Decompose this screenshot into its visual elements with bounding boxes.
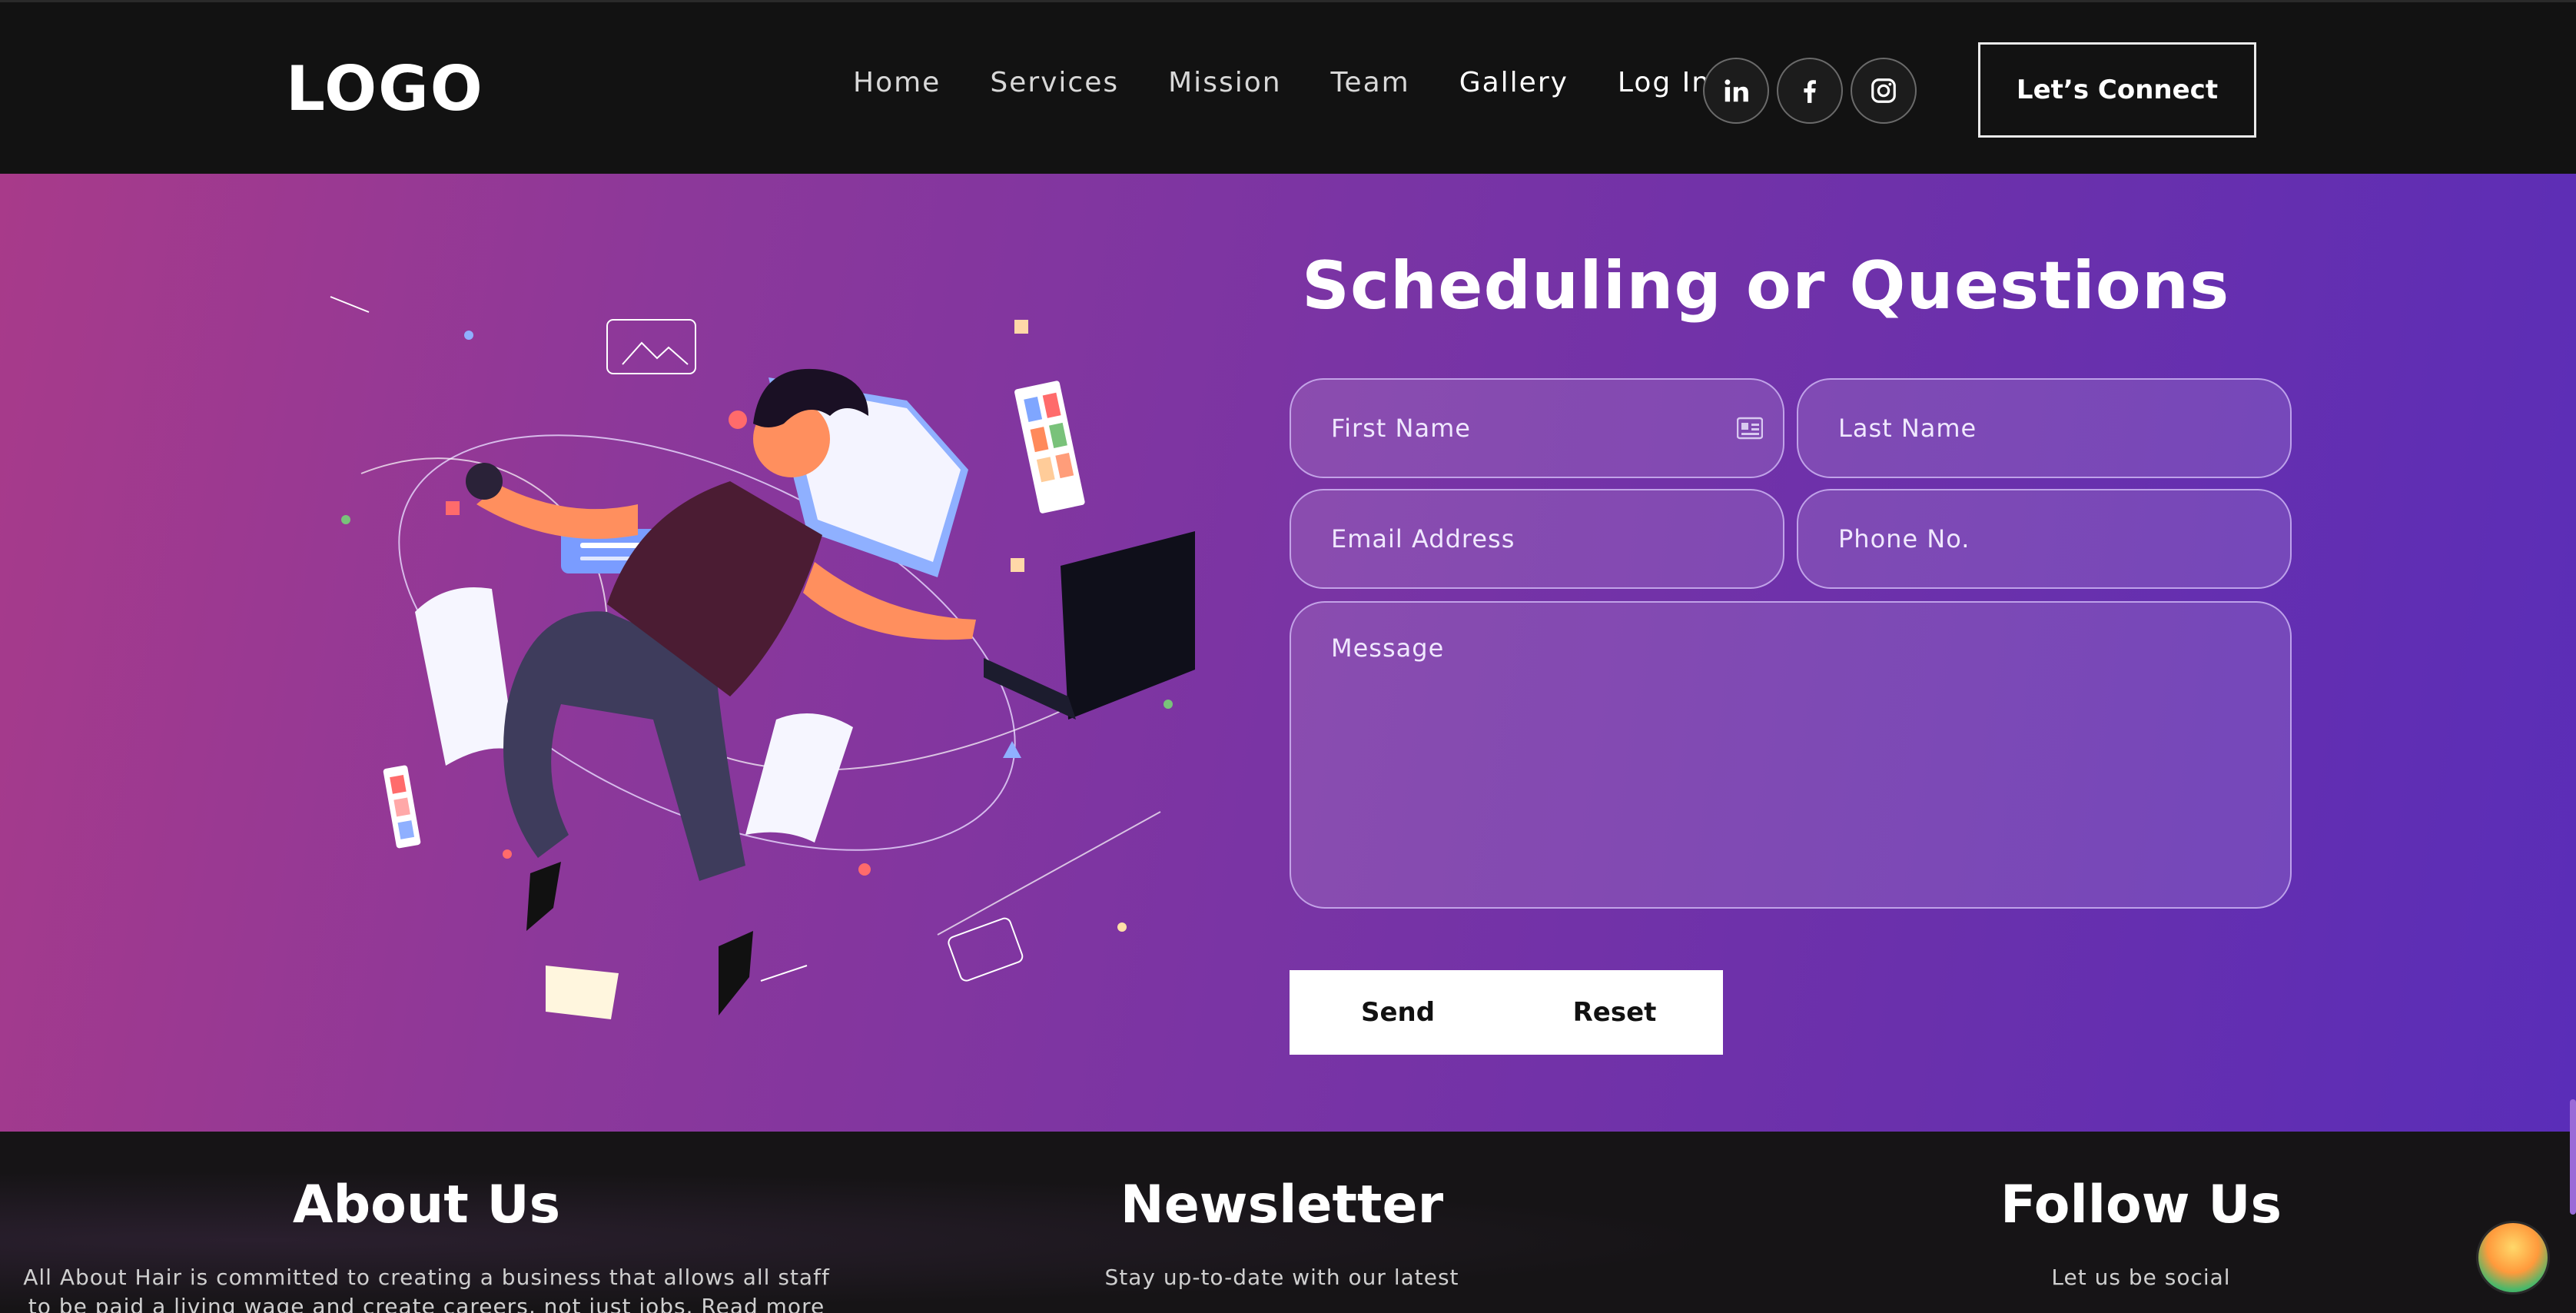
last-name-input[interactable] bbox=[1798, 380, 2290, 477]
floating-chat-badge[interactable] bbox=[2476, 1221, 2550, 1295]
about-title: About Us bbox=[292, 1175, 561, 1235]
nav-gallery[interactable]: Gallery bbox=[1459, 67, 1569, 98]
newsletter-title: Newsletter bbox=[1120, 1175, 1444, 1235]
footer-follow: Follow Us Let us be social bbox=[1834, 1175, 2448, 1292]
contact-section: Scheduling or Questions Send Reset bbox=[0, 174, 2576, 1132]
facebook-icon bbox=[1804, 80, 1816, 103]
send-button[interactable]: Send bbox=[1290, 970, 1506, 1055]
newsletter-text: Stay up-to-date with our latest bbox=[1104, 1265, 1459, 1290]
facebook-button[interactable] bbox=[1777, 58, 1843, 124]
email-input[interactable] bbox=[1291, 490, 1783, 587]
site-header: LOGO Home Services Mission Team Gallery … bbox=[0, 0, 2576, 174]
linkedin-button[interactable] bbox=[1703, 58, 1769, 124]
reset-button[interactable]: Reset bbox=[1506, 970, 1723, 1055]
nav-home[interactable]: Home bbox=[853, 67, 941, 98]
site-logo[interactable]: LOGO bbox=[286, 53, 484, 125]
form-actions: Send Reset bbox=[1290, 970, 1723, 1055]
first-name-input[interactable] bbox=[1291, 380, 1783, 477]
form-title: Scheduling or Questions bbox=[1302, 248, 2230, 324]
scrollbar-thumb[interactable] bbox=[2570, 1099, 2576, 1215]
social-links bbox=[1703, 58, 1917, 124]
follow-text: Let us be social bbox=[2051, 1265, 2231, 1290]
nav-login[interactable]: Log In bbox=[1618, 67, 1711, 98]
footer-about: About Us All About Hair is committed to … bbox=[23, 1175, 830, 1313]
follow-title: Follow Us bbox=[2000, 1175, 2282, 1235]
phone-field bbox=[1797, 489, 2292, 589]
contact-card-icon bbox=[1737, 417, 1763, 440]
main-nav: Home Services Mission Team Gallery Log I… bbox=[853, 67, 1760, 98]
about-text: All About Hair is committed to creating … bbox=[23, 1265, 830, 1313]
email-field bbox=[1290, 489, 1784, 589]
nav-services[interactable]: Services bbox=[990, 67, 1119, 98]
nav-mission[interactable]: Mission bbox=[1168, 67, 1281, 98]
instagram-button[interactable] bbox=[1851, 58, 1917, 124]
message-textarea[interactable] bbox=[1291, 603, 2290, 907]
instagram-icon bbox=[1871, 78, 1896, 103]
lets-connect-button[interactable]: Let’s Connect bbox=[1978, 42, 2256, 138]
site-footer: About Us All About Hair is committed to … bbox=[0, 1132, 2576, 1313]
nav-team[interactable]: Team bbox=[1331, 67, 1410, 98]
first-name-field bbox=[1290, 378, 1784, 478]
footer-newsletter: Newsletter Stay up-to-date with our late… bbox=[974, 1175, 1589, 1292]
hero-illustration bbox=[330, 296, 1195, 1019]
last-name-field bbox=[1797, 378, 2292, 478]
linkedin-icon bbox=[1725, 79, 1748, 102]
message-field bbox=[1290, 601, 2292, 909]
phone-input[interactable] bbox=[1798, 490, 2290, 587]
